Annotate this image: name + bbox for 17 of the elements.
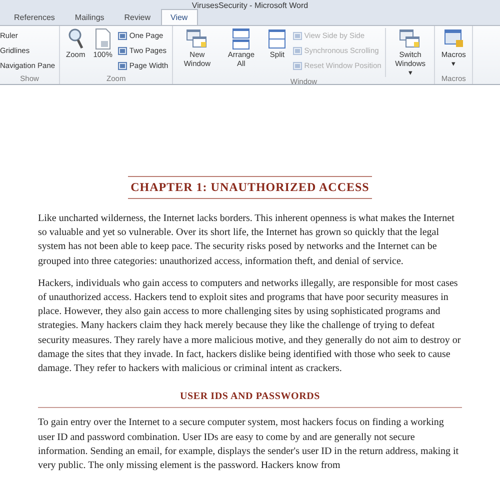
magnifier-icon [66, 28, 85, 50]
window-title: VirusesSecurity - Microsoft Word [192, 1, 308, 10]
chapter-heading: CHAPTER 1: UNAUTHORIZED ACCESS [128, 176, 372, 199]
split-icon [267, 28, 288, 50]
page-icon [94, 28, 112, 50]
ribbon-tab[interactable]: References [4, 9, 65, 25]
macros-icon [444, 28, 464, 50]
ribbon-tab[interactable]: Mailings [64, 9, 114, 25]
paragraph: Like uncharted wilderness, the Internet lacks borders. This inherent openness is what makes the Internet so valuable and yet so vulnerable. Over its short life, the Internet has grown so quickly that the legal system has not been able to keep pace. The security risks posed by networks and the Internet can be grouped into three categories: unauthorized access, information theft, and denial of service. [38, 212, 456, 269]
paragraph: To gain entry over the Internet to a secure computer system, most hackers focus on finding a working user ID and password combination. User IDs are easy to come by and are generally not secure information. Sending an email, for example, displays the sender's user ID in the return address, making it very public. The only missing element is the password. Hackers know from [38, 416, 460, 474]
arrange-icon [231, 28, 252, 50]
section-heading: USER IDS AND PASSWORDS [38, 390, 462, 408]
windows-icon [399, 28, 422, 50]
ribbon-tab[interactable]: View [160, 9, 198, 25]
windows-icon [186, 28, 208, 50]
ribbon-tab[interactable]: Review [114, 9, 160, 25]
paragraph: Hackers, individuals who gain access to computers and networks illegally, are responsible for most cases of unauthorized access. Hackers tend to exploit sites and programs that have poor security measures in place. However, they also gain access to more challenging sites by using sophisticated programs and strategies. Many hackers claim they hack merely because they like the challenge of trying to defeat security measures. They rarely have a more malicious motive, and they generally do not aim to destroy or damage the sites that they invade. In fact, hackers dislike being identified with those who seek to cause damage. They refer to hackers with malicious or criminal intent as crackers. [38, 276, 462, 376]
